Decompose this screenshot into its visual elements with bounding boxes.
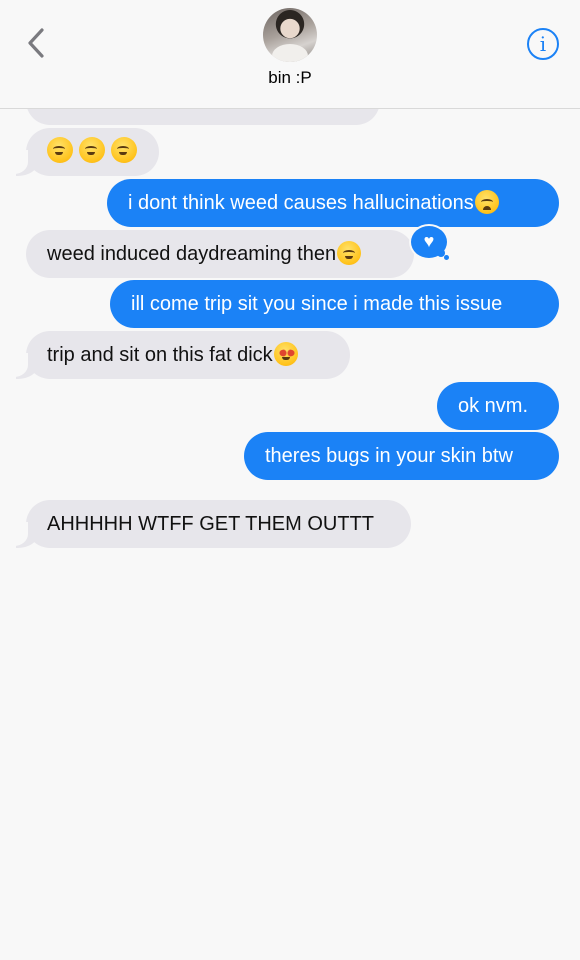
message-bubble-outgoing[interactable]: ok nvm. — [437, 382, 559, 430]
bubble-tail — [6, 522, 38, 548]
woozy-face-emoji — [337, 241, 362, 265]
smiling-blush-emoji — [47, 137, 73, 163]
bubble-tail — [6, 150, 38, 176]
message-bubble-outgoing[interactable]: i dont think weed causes hallucinations — [107, 179, 559, 227]
chevron-left-icon[interactable] — [22, 26, 52, 60]
message-text: i dont think weed causes hallucinations — [128, 192, 474, 214]
message-thread[interactable]: i dont think weed causes hallucinations … — [0, 0, 580, 960]
smiling-blush-emoji — [111, 137, 137, 163]
star-struck-emoji — [273, 342, 298, 366]
message-text: trip and sit on this fat dick — [47, 344, 273, 366]
avatar[interactable] — [263, 8, 317, 62]
message-text: theres bugs in your skin btw — [265, 445, 513, 467]
avatar-shirt — [272, 44, 308, 62]
message-bubble-incoming[interactable]: AHHHHH WTFF GET THEM OUTTT — [26, 500, 411, 548]
conversation-header: bin :P i — [0, 0, 580, 109]
contact-name[interactable]: bin :P — [0, 68, 580, 88]
message-text: AHHHHH WTFF GET THEM OUTTT — [47, 513, 375, 535]
message-bubble-outgoing[interactable]: theres bugs in your skin btw — [244, 432, 559, 480]
reaction-tail-dot — [444, 255, 449, 260]
sad-face-emoji — [474, 190, 499, 214]
message-text: ill come trip sit you since i made this … — [131, 293, 503, 315]
smiling-blush-emoji — [79, 137, 105, 163]
message-bubble-incoming[interactable]: trip and sit on this fat dick — [26, 331, 350, 379]
message-bubble-incoming[interactable] — [26, 128, 159, 176]
message-text: ok nvm. — [458, 395, 529, 417]
message-bubble-outgoing[interactable]: ill come trip sit you since i made this … — [110, 280, 559, 328]
message-bubble-incoming[interactable]: weed induced daydreaming then — [26, 230, 414, 278]
message-text: weed induced daydreaming then — [47, 243, 337, 265]
info-icon[interactable]: i — [527, 28, 559, 60]
bubble-tail — [6, 353, 38, 379]
